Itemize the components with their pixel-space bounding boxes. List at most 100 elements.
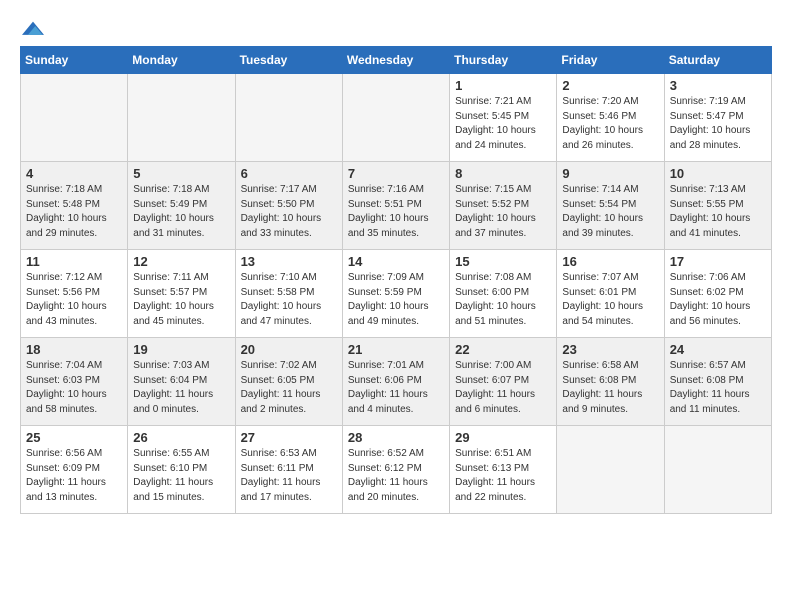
calendar-cell: 2 Sunrise: 7:20 AM Sunset: 5:46 PM Daylig… — [557, 74, 664, 162]
day-info: Sunrise: 6:52 AM Sunset: 6:12 PM Dayligh… — [348, 447, 444, 505]
calendar-cell — [128, 74, 235, 162]
calendar-cell: 15 Sunrise: 7:08 AM Sunset: 6:00 PM Dayli… — [450, 250, 557, 338]
day-info: Sunrise: 7:09 AM Sunset: 5:59 PM Dayligh… — [348, 271, 444, 329]
day-info: Sunrise: 7:17 AM Sunset: 5:50 PM Dayligh… — [241, 183, 337, 241]
day-number: 22 — [455, 342, 551, 357]
calendar-row: 1Sunrise: 7:21 AM Sunset: 5:45 PM Daylig… — [21, 74, 772, 162]
day-info: Sunrise: 7:15 AM Sunset: 5:52 PM Dayligh… — [455, 183, 551, 241]
calendar-cell — [21, 74, 128, 162]
day-number: 29 — [455, 430, 551, 445]
calendar-cell: 7Sunrise: 7:16 AM Sunset: 5:51 PM Daylig… — [342, 162, 449, 250]
calendar-cell: 13 Sunrise: 7:10 AM Sunset: 5:58 PM Dayli… — [235, 250, 342, 338]
calendar-cell: 29 Sunrise: 6:51 AM Sunset: 6:13 PM Dayli… — [450, 426, 557, 514]
day-number: 6 — [241, 166, 337, 181]
day-number: 16 — [562, 254, 658, 269]
calendar-cell: 12 Sunrise: 7:11 AM Sunset: 5:57 PM Dayli… — [128, 250, 235, 338]
calendar-cell: 16 Sunrise: 7:07 AM Sunset: 6:01 PM Dayli… — [557, 250, 664, 338]
day-info: Sunrise: 7:01 AM Sunset: 6:06 PM Dayligh… — [348, 359, 444, 417]
day-number: 23 — [562, 342, 658, 357]
day-info: Sunrise: 7:21 AM Sunset: 5:45 PM Dayligh… — [455, 95, 551, 153]
calendar-row: 18Sunrise: 7:04 AM Sunset: 6:03 PM Dayli… — [21, 338, 772, 426]
day-info: Sunrise: 7:11 AM Sunset: 5:57 PM Dayligh… — [133, 271, 229, 329]
day-info: Sunrise: 7:13 AM Sunset: 5:55 PM Dayligh… — [670, 183, 766, 241]
calendar-cell — [664, 426, 771, 514]
col-header-tuesday: Tuesday — [235, 47, 342, 74]
day-info: Sunrise: 7:18 AM Sunset: 5:49 PM Dayligh… — [133, 183, 229, 241]
day-info: Sunrise: 7:03 AM Sunset: 6:04 PM Dayligh… — [133, 359, 229, 417]
day-info: Sunrise: 6:56 AM Sunset: 6:09 PM Dayligh… — [26, 447, 122, 505]
header-row: SundayMondayTuesdayWednesdayThursdayFrid… — [21, 47, 772, 74]
day-number: 4 — [26, 166, 122, 181]
calendar-cell: 18Sunrise: 7:04 AM Sunset: 6:03 PM Dayli… — [21, 338, 128, 426]
day-info: Sunrise: 6:53 AM Sunset: 6:11 PM Dayligh… — [241, 447, 337, 505]
calendar-cell: 17Sunrise: 7:06 AM Sunset: 6:02 PM Dayli… — [664, 250, 771, 338]
day-number: 2 — [562, 78, 658, 93]
calendar-cell — [342, 74, 449, 162]
calendar-cell: 27 Sunrise: 6:53 AM Sunset: 6:11 PM Dayli… — [235, 426, 342, 514]
day-number: 15 — [455, 254, 551, 269]
day-number: 21 — [348, 342, 444, 357]
day-number: 11 — [26, 254, 122, 269]
day-info: Sunrise: 7:00 AM Sunset: 6:07 PM Dayligh… — [455, 359, 551, 417]
day-info: Sunrise: 6:58 AM Sunset: 6:08 PM Dayligh… — [562, 359, 658, 417]
calendar-row: 4 Sunrise: 7:18 AM Sunset: 5:48 PM Daylig… — [21, 162, 772, 250]
calendar-cell: 1Sunrise: 7:21 AM Sunset: 5:45 PM Daylig… — [450, 74, 557, 162]
day-number: 10 — [670, 166, 766, 181]
col-header-monday: Monday — [128, 47, 235, 74]
col-header-wednesday: Wednesday — [342, 47, 449, 74]
logo-icon — [22, 18, 44, 40]
header — [20, 16, 772, 38]
calendar-cell: 23 Sunrise: 6:58 AM Sunset: 6:08 PM Dayli… — [557, 338, 664, 426]
calendar-row: 11 Sunrise: 7:12 AM Sunset: 5:56 PM Dayli… — [21, 250, 772, 338]
day-number: 5 — [133, 166, 229, 181]
calendar-table: SundayMondayTuesdayWednesdayThursdayFrid… — [20, 46, 772, 514]
day-number: 9 — [562, 166, 658, 181]
day-number: 13 — [241, 254, 337, 269]
calendar-cell: 28 Sunrise: 6:52 AM Sunset: 6:12 PM Dayli… — [342, 426, 449, 514]
day-number: 8 — [455, 166, 551, 181]
day-info: Sunrise: 6:57 AM Sunset: 6:08 PM Dayligh… — [670, 359, 766, 417]
day-number: 25 — [26, 430, 122, 445]
calendar-cell: 25 Sunrise: 6:56 AM Sunset: 6:09 PM Dayli… — [21, 426, 128, 514]
day-number: 28 — [348, 430, 444, 445]
day-info: Sunrise: 7:08 AM Sunset: 6:00 PM Dayligh… — [455, 271, 551, 329]
day-number: 19 — [133, 342, 229, 357]
day-info: Sunrise: 6:51 AM Sunset: 6:13 PM Dayligh… — [455, 447, 551, 505]
calendar-cell: 5 Sunrise: 7:18 AM Sunset: 5:49 PM Daylig… — [128, 162, 235, 250]
calendar-cell: 14Sunrise: 7:09 AM Sunset: 5:59 PM Dayli… — [342, 250, 449, 338]
calendar-cell: 19 Sunrise: 7:03 AM Sunset: 6:04 PM Dayli… — [128, 338, 235, 426]
col-header-sunday: Sunday — [21, 47, 128, 74]
day-info: Sunrise: 7:12 AM Sunset: 5:56 PM Dayligh… — [26, 271, 122, 329]
calendar-cell: 26 Sunrise: 6:55 AM Sunset: 6:10 PM Dayli… — [128, 426, 235, 514]
col-header-thursday: Thursday — [450, 47, 557, 74]
day-number: 12 — [133, 254, 229, 269]
calendar-cell: 3Sunrise: 7:19 AM Sunset: 5:47 PM Daylig… — [664, 74, 771, 162]
day-info: Sunrise: 7:18 AM Sunset: 5:48 PM Dayligh… — [26, 183, 122, 241]
calendar-cell: 9Sunrise: 7:14 AM Sunset: 5:54 PM Daylig… — [557, 162, 664, 250]
calendar-cell: 4 Sunrise: 7:18 AM Sunset: 5:48 PM Daylig… — [21, 162, 128, 250]
logo — [20, 20, 44, 38]
day-info: Sunrise: 7:16 AM Sunset: 5:51 PM Dayligh… — [348, 183, 444, 241]
calendar-cell: 20 Sunrise: 7:02 AM Sunset: 6:05 PM Dayli… — [235, 338, 342, 426]
day-info: Sunrise: 7:19 AM Sunset: 5:47 PM Dayligh… — [670, 95, 766, 153]
day-info: Sunrise: 6:55 AM Sunset: 6:10 PM Dayligh… — [133, 447, 229, 505]
day-number: 20 — [241, 342, 337, 357]
day-number: 18 — [26, 342, 122, 357]
calendar-cell: 21 Sunrise: 7:01 AM Sunset: 6:06 PM Dayli… — [342, 338, 449, 426]
calendar-cell: 22 Sunrise: 7:00 AM Sunset: 6:07 PM Dayli… — [450, 338, 557, 426]
day-info: Sunrise: 7:02 AM Sunset: 6:05 PM Dayligh… — [241, 359, 337, 417]
calendar-cell: 10 Sunrise: 7:13 AM Sunset: 5:55 PM Dayli… — [664, 162, 771, 250]
calendar-cell — [235, 74, 342, 162]
col-header-saturday: Saturday — [664, 47, 771, 74]
col-header-friday: Friday — [557, 47, 664, 74]
day-info: Sunrise: 7:06 AM Sunset: 6:02 PM Dayligh… — [670, 271, 766, 329]
day-info: Sunrise: 7:20 AM Sunset: 5:46 PM Dayligh… — [562, 95, 658, 153]
day-info: Sunrise: 7:10 AM Sunset: 5:58 PM Dayligh… — [241, 271, 337, 329]
calendar-cell: 8 Sunrise: 7:15 AM Sunset: 5:52 PM Daylig… — [450, 162, 557, 250]
day-number: 26 — [133, 430, 229, 445]
day-number: 24 — [670, 342, 766, 357]
calendar-cell: 11 Sunrise: 7:12 AM Sunset: 5:56 PM Dayli… — [21, 250, 128, 338]
day-number: 27 — [241, 430, 337, 445]
calendar-cell — [557, 426, 664, 514]
day-info: Sunrise: 7:07 AM Sunset: 6:01 PM Dayligh… — [562, 271, 658, 329]
